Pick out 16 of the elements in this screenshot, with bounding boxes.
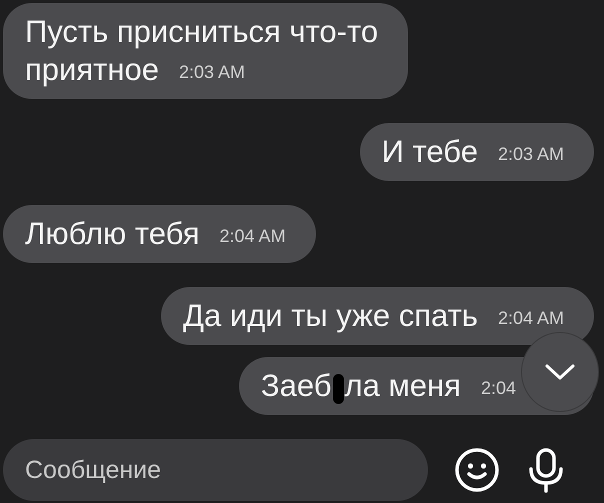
message-time: 2:04 AM xyxy=(220,226,286,248)
emoji-button[interactable] xyxy=(454,447,500,493)
message-time: 2:03 AM xyxy=(498,144,564,166)
message-input[interactable]: Сообщение xyxy=(3,439,428,501)
message-text: И тебе xyxy=(382,133,478,171)
chevron-down-icon xyxy=(545,364,575,380)
message-text: Люблю тебя xyxy=(25,215,200,253)
message-text: Пусть присниться что-то xyxy=(25,13,378,51)
redaction-mark xyxy=(332,374,344,404)
message-time: 2:04 xyxy=(480,378,516,400)
message-text: приятное xyxy=(25,51,159,89)
message-time: 2:04 AM xyxy=(498,308,564,330)
smiley-icon xyxy=(454,447,500,493)
message-text: Да иди ты уже спать xyxy=(183,297,478,335)
message-text: Заеб ла меня xyxy=(260,367,461,405)
message-time: 2:03 AM xyxy=(178,62,245,84)
